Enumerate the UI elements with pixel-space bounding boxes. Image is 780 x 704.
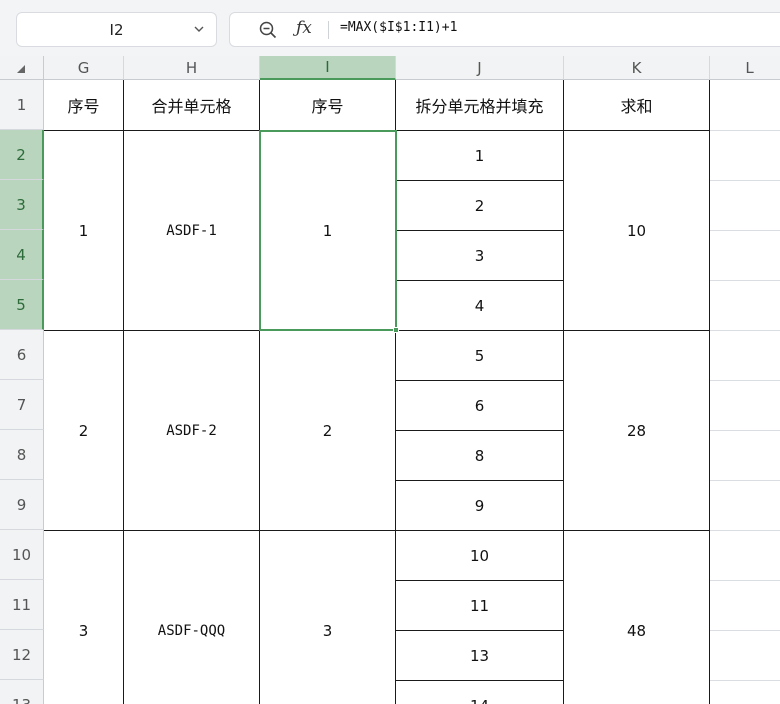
name-box[interactable]: I2 xyxy=(16,12,217,47)
cell-i10-merged[interactable]: 3 xyxy=(260,531,395,704)
row-header-7[interactable]: 7 xyxy=(0,380,44,430)
cell-k6-merged[interactable]: 28 xyxy=(564,331,709,530)
cell-h10-merged[interactable]: ASDF-QQQ xyxy=(124,531,259,704)
column-header-l[interactable]: L xyxy=(710,56,780,80)
cell-k10-merged[interactable]: 48 xyxy=(564,531,709,704)
select-all-corner[interactable] xyxy=(0,56,51,80)
name-box-value: I2 xyxy=(109,20,124,39)
gridline xyxy=(710,530,780,531)
cell-g2-merged[interactable]: 1 xyxy=(44,131,123,330)
cell-h1[interactable]: 合并单元格 xyxy=(124,80,259,130)
cell-k2-merged[interactable]: 10 xyxy=(564,131,709,330)
cell-g1[interactable]: 序号 xyxy=(44,80,123,130)
cell-j7[interactable]: 6 xyxy=(396,381,563,430)
chevron-down-icon[interactable] xyxy=(192,22,206,36)
cell-j8[interactable]: 8 xyxy=(396,431,563,480)
gridline xyxy=(710,130,780,131)
cell-j11[interactable]: 11 xyxy=(396,581,563,630)
row-header-6[interactable]: 6 xyxy=(0,330,44,380)
cell-j6[interactable]: 5 xyxy=(396,331,563,380)
row-header-1[interactable]: 1 xyxy=(0,80,44,130)
cell-j12[interactable]: 13 xyxy=(396,631,563,680)
cell-j4[interactable]: 3 xyxy=(396,231,563,280)
gridline xyxy=(710,330,780,331)
gridline xyxy=(710,180,780,181)
cell-g6-merged[interactable]: 2 xyxy=(44,331,123,530)
separator xyxy=(328,21,329,39)
formula-input[interactable]: ƒx =MAX($I$1:I1)+1 xyxy=(229,12,780,47)
formula-text[interactable]: =MAX($I$1:I1)+1 xyxy=(340,20,457,35)
gridline xyxy=(710,280,780,281)
gridline xyxy=(710,630,780,631)
gridline xyxy=(710,580,780,581)
row-header-3[interactable]: 3 xyxy=(0,180,44,230)
cell-j3[interactable]: 2 xyxy=(396,181,563,230)
gridline xyxy=(710,380,780,381)
cell-j5[interactable]: 4 xyxy=(396,281,563,330)
gridline xyxy=(710,230,780,231)
row-header-13[interactable]: 13 xyxy=(0,680,44,704)
border xyxy=(709,80,710,704)
cell-i1[interactable]: 序号 xyxy=(260,80,395,130)
cell-j10[interactable]: 10 xyxy=(396,531,563,580)
cell-j13[interactable]: 14 xyxy=(396,681,563,704)
column-header-j[interactable]: J xyxy=(396,56,564,80)
gridline xyxy=(710,680,780,681)
formula-bar-area: I2 ƒx =MAX($I$1:I1)+1 xyxy=(0,0,780,56)
row-header-11[interactable]: 11 xyxy=(0,580,44,630)
gridline xyxy=(710,480,780,481)
zoom-out-icon[interactable] xyxy=(258,20,278,40)
active-cell-selection xyxy=(259,130,397,331)
fill-handle[interactable] xyxy=(393,327,399,333)
function-icon[interactable]: ƒx xyxy=(296,18,312,38)
row-header-10[interactable]: 10 xyxy=(0,530,44,580)
cell-g10-merged[interactable]: 3 xyxy=(44,531,123,704)
row-header-2[interactable]: 2 xyxy=(0,130,44,180)
spreadsheet-grid[interactable]: G H I J K L 1 2 3 4 5 6 7 8 9 10 11 12 1… xyxy=(0,56,780,704)
select-all-icon[interactable] xyxy=(16,64,26,74)
column-header-k[interactable]: K xyxy=(564,56,710,80)
cell-j2[interactable]: 1 xyxy=(396,131,563,180)
cell-h2-merged[interactable]: ASDF-1 xyxy=(124,131,259,330)
cell-k1[interactable]: 求和 xyxy=(564,80,709,130)
row-header-8[interactable]: 8 xyxy=(0,430,44,480)
column-header-h[interactable]: H xyxy=(124,56,260,80)
row-header-9[interactable]: 9 xyxy=(0,480,44,530)
cell-i6-merged[interactable]: 2 xyxy=(260,331,395,530)
cell-j9[interactable]: 9 xyxy=(396,481,563,530)
column-header-g[interactable]: G xyxy=(44,56,124,80)
cell-j1[interactable]: 拆分单元格并填充 xyxy=(396,80,563,130)
column-header-i[interactable]: I xyxy=(260,56,396,80)
row-header-4[interactable]: 4 xyxy=(0,230,44,280)
row-header-5[interactable]: 5 xyxy=(0,280,44,330)
row-header-12[interactable]: 12 xyxy=(0,630,44,680)
cell-h6-merged[interactable]: ASDF-2 xyxy=(124,331,259,530)
gridline xyxy=(710,430,780,431)
